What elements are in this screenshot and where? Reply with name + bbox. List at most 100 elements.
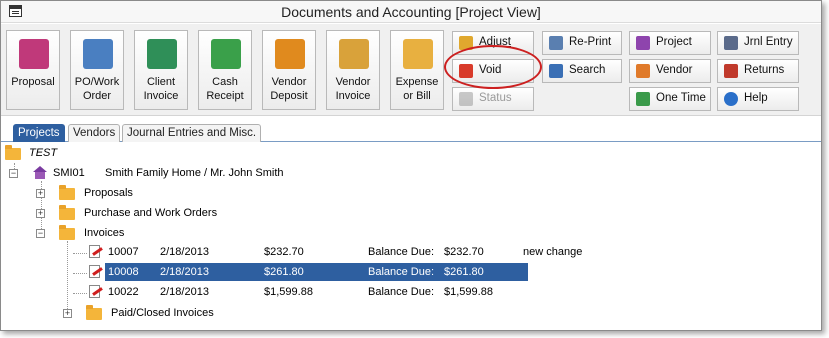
invoice-document-icon	[87, 285, 103, 299]
po-work-order-button[interactable]: PO/Work Order	[70, 30, 124, 110]
vendor-button[interactable]: Vendor	[629, 59, 711, 83]
invoice-number: 10007	[108, 246, 139, 258]
folder-icon	[59, 225, 75, 240]
invoice-date: 2/18/2013	[160, 286, 209, 298]
invoice-row[interactable]: 10022 2/18/2013 $1,599.88 Balance Due: $…	[87, 284, 607, 302]
project-tree: TEST − SMI01 Smith Family Home / Mr. Joh…	[1, 143, 821, 330]
po-work-order-icon	[83, 39, 113, 69]
balance-value: $232.70	[444, 246, 484, 258]
invoice-note: new change	[523, 246, 583, 258]
reprint-button-label: Re-Print	[569, 36, 612, 48]
invoice-amount: $1,599.88	[264, 286, 313, 298]
tab-journal-entries[interactable]: Journal Entries and Misc.	[122, 124, 262, 142]
status-button-label: Status	[479, 92, 512, 104]
invoice-date: 2/18/2013	[160, 246, 209, 258]
app-window: Documents and Accounting [Project View] …	[0, 0, 822, 331]
help-icon	[724, 92, 738, 106]
invoices-label: Invoices	[84, 227, 125, 239]
balance-value: $1,599.88	[444, 286, 493, 298]
client-invoice-button-label: Client Invoice	[143, 76, 179, 102]
collapse-icon[interactable]: −	[36, 229, 45, 238]
tab-vendors[interactable]: Vendors	[68, 124, 121, 142]
reprint-button[interactable]: Re-Print	[542, 31, 622, 55]
expense-bill-button[interactable]: Expense or Bill	[390, 30, 444, 110]
folder-icon	[5, 145, 21, 160]
folder-icon	[59, 205, 75, 220]
help-button[interactable]: Help	[717, 87, 799, 111]
vendor-person-icon	[636, 64, 650, 78]
invoice-date: 2/18/2013	[160, 266, 209, 278]
project-button-label: Project	[656, 36, 692, 48]
client-invoice-button[interactable]: Client Invoice	[134, 30, 188, 110]
proposal-button[interactable]: Proposal	[6, 30, 60, 110]
collapse-icon[interactable]: −	[9, 169, 18, 178]
one-time-person-icon	[636, 92, 650, 106]
project-code: SMI01	[53, 167, 85, 179]
one-time-button-label: One Time	[656, 92, 706, 104]
project-button[interactable]: Project	[629, 31, 711, 55]
vendor-deposit-button[interactable]: Vendor Deposit	[262, 30, 316, 110]
tree-line	[73, 253, 87, 254]
printer-icon	[549, 36, 563, 50]
folder-icon	[86, 305, 102, 320]
project-name: Smith Family Home / Mr. John Smith	[105, 167, 284, 179]
search-icon	[549, 64, 563, 78]
vendor-deposit-icon	[275, 39, 305, 69]
proposals-label: Proposals	[84, 187, 133, 199]
expand-icon[interactable]: +	[63, 309, 72, 318]
po-work-order-button-label: PO/Work Order	[74, 76, 120, 102]
house-icon	[33, 166, 47, 179]
client-invoice-icon	[147, 39, 177, 69]
expand-icon[interactable]: +	[36, 209, 45, 218]
tree-line	[73, 293, 87, 294]
vendor-invoice-button-label: Vendor Invoice	[335, 76, 371, 102]
returns-button-label: Returns	[744, 64, 785, 76]
jrnl-entry-button[interactable]: Jrnl Entry	[717, 31, 799, 55]
balance-label: Balance Due:	[368, 286, 435, 298]
expense-bill-icon	[403, 39, 433, 69]
adjust-highlight-ring	[444, 45, 542, 89]
one-time-button[interactable]: One Time	[629, 87, 711, 111]
invoice-row[interactable]: 10007 2/18/2013 $232.70 Balance Due: $23…	[87, 244, 607, 262]
view-tabs: Projects Vendors Journal Entries and Mis…	[1, 122, 821, 142]
expense-bill-button-label: Expense or Bill	[395, 76, 439, 102]
status-button[interactable]: Status	[452, 87, 534, 111]
balance-label: Balance Due:	[368, 246, 435, 258]
returns-button[interactable]: Returns	[717, 59, 799, 83]
tab-projects[interactable]: Projects	[13, 124, 65, 142]
toolbar: Proposal PO/Work Order Client Invoice Ca…	[1, 24, 821, 116]
search-button[interactable]: Search	[542, 59, 622, 83]
root-label: TEST	[29, 147, 58, 159]
invoice-amount: $261.80	[264, 266, 304, 278]
paid-closed-label: Paid/Closed Invoices	[111, 307, 214, 319]
folder-icon	[59, 185, 75, 200]
balance-value: $261.80	[444, 266, 484, 278]
invoice-document-icon	[87, 265, 103, 279]
vendor-button-label: Vendor	[656, 64, 693, 76]
invoice-number: 10022	[108, 286, 139, 298]
invoice-amount: $232.70	[264, 246, 304, 258]
search-button-label: Search	[569, 64, 606, 76]
tree-line	[67, 241, 68, 313]
cash-receipt-icon	[211, 39, 241, 69]
purchase-label: Purchase and Work Orders	[84, 207, 218, 219]
tree-line	[73, 273, 87, 274]
window-title: Documents and Accounting [Project View]	[281, 4, 541, 20]
journal-icon	[724, 36, 738, 50]
invoice-row-selected[interactable]: 10008 2/18/2013 $261.80 Balance Due: $26…	[87, 264, 607, 282]
invoice-number: 10008	[108, 266, 139, 278]
help-button-label: Help	[744, 92, 768, 104]
house-icon	[636, 36, 650, 50]
jrnl-entry-button-label: Jrnl Entry	[744, 36, 793, 48]
expand-icon[interactable]: +	[36, 189, 45, 198]
balance-label: Balance Due:	[368, 266, 435, 278]
title-bar: Documents and Accounting [Project View]	[1, 1, 821, 23]
vendor-invoice-button[interactable]: Vendor Invoice	[326, 30, 380, 110]
vendor-invoice-icon	[339, 39, 369, 69]
vendor-deposit-button-label: Vendor Deposit	[270, 76, 308, 102]
cash-receipt-button-label: Cash Receipt	[206, 76, 244, 102]
proposal-icon	[19, 39, 49, 69]
invoice-document-icon	[87, 245, 103, 259]
proposal-button-label: Proposal	[11, 76, 55, 88]
cash-receipt-button[interactable]: Cash Receipt	[198, 30, 252, 110]
